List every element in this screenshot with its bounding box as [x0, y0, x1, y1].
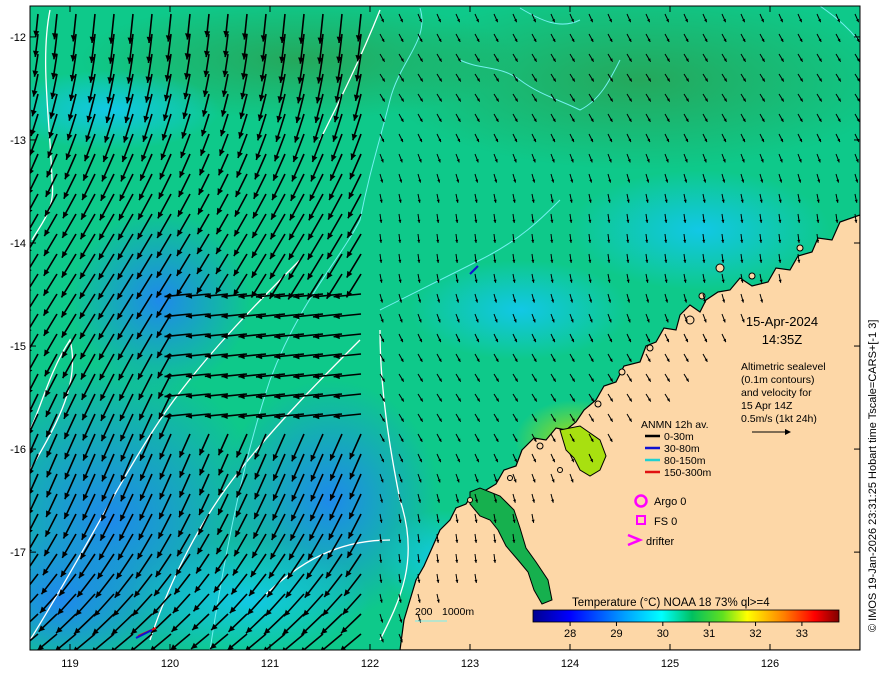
svg-text:200: 200 [415, 606, 433, 618]
sst-patch [70, 210, 250, 390]
svg-text:15 Apr 14Z: 15 Apr 14Z [741, 400, 793, 412]
lon-tick-label: 125 [661, 658, 679, 670]
velocity-arrowhead [20, 643, 27, 649]
svg-text:Altimetric sealevel: Altimetric sealevel [741, 361, 826, 373]
lon-tick-label: 122 [361, 658, 379, 670]
lat-tick-label: -12 [10, 32, 26, 44]
lon-tick-label: 126 [761, 658, 779, 670]
velocity-arrowhead [23, 605, 29, 611]
colorbar-tick-label: 29 [610, 628, 622, 640]
sst-patch [410, 260, 630, 360]
lat-tick-label: -13 [10, 135, 26, 147]
colorbar-tick-label: 33 [796, 628, 808, 640]
lon-tick-label: 119 [61, 658, 79, 670]
svg-text:and velocity for: and velocity for [741, 387, 812, 399]
lon-tick-label: 124 [561, 658, 579, 670]
lon-tick-label: 123 [461, 658, 479, 670]
map-time: 14:35Z [762, 332, 803, 347]
map-date: 15-Apr-2024 [746, 314, 818, 329]
lat-tick-label: -17 [10, 547, 26, 559]
colorbar-tick-label: 31 [703, 628, 715, 640]
svg-text:Argo 0: Argo 0 [654, 496, 686, 508]
svg-text:(0.1m contours): (0.1m contours) [741, 374, 815, 386]
lat-tick-label: -14 [10, 238, 26, 250]
svg-text:1000m: 1000m [442, 606, 474, 618]
svg-text:0.5m/s (1kt 24h): 0.5m/s (1kt 24h) [741, 413, 817, 425]
colorbar-tick-label: 32 [749, 628, 761, 640]
lon-tick-label: 120 [161, 658, 179, 670]
svg-text:80-150m: 80-150m [664, 455, 706, 467]
svg-text:drifter: drifter [646, 536, 674, 548]
colorbar-title: Temperature (°C) NOAA 18 73% ql>=4 [572, 597, 770, 609]
credit-text: © IMOS 19-Jan-2026 23:31:25 Hobart time … [867, 320, 879, 632]
sst-map: 119 120 121 122 123 124 125 126 -12 -13 -14 -15 -16 -… [10, 5, 879, 670]
svg-text:150-300m: 150-300m [664, 467, 712, 479]
colorbar-tick-label: 28 [564, 628, 576, 640]
colorbar [532, 609, 840, 623]
lat-tick-label: -15 [10, 341, 26, 353]
svg-text:FS 0: FS 0 [654, 516, 677, 528]
velocity-arrowhead [21, 624, 27, 630]
svg-text:ANMN 12h av.: ANMN 12h av. [641, 419, 709, 431]
colorbar-tick-label: 30 [657, 628, 669, 640]
svg-text:0-30m: 0-30m [664, 431, 694, 443]
velocity-arrowhead [24, 586, 30, 593]
svg-text:30-80m: 30-80m [664, 443, 700, 455]
lon-tick-label: 121 [261, 658, 279, 670]
lat-tick-label: -16 [10, 444, 26, 456]
